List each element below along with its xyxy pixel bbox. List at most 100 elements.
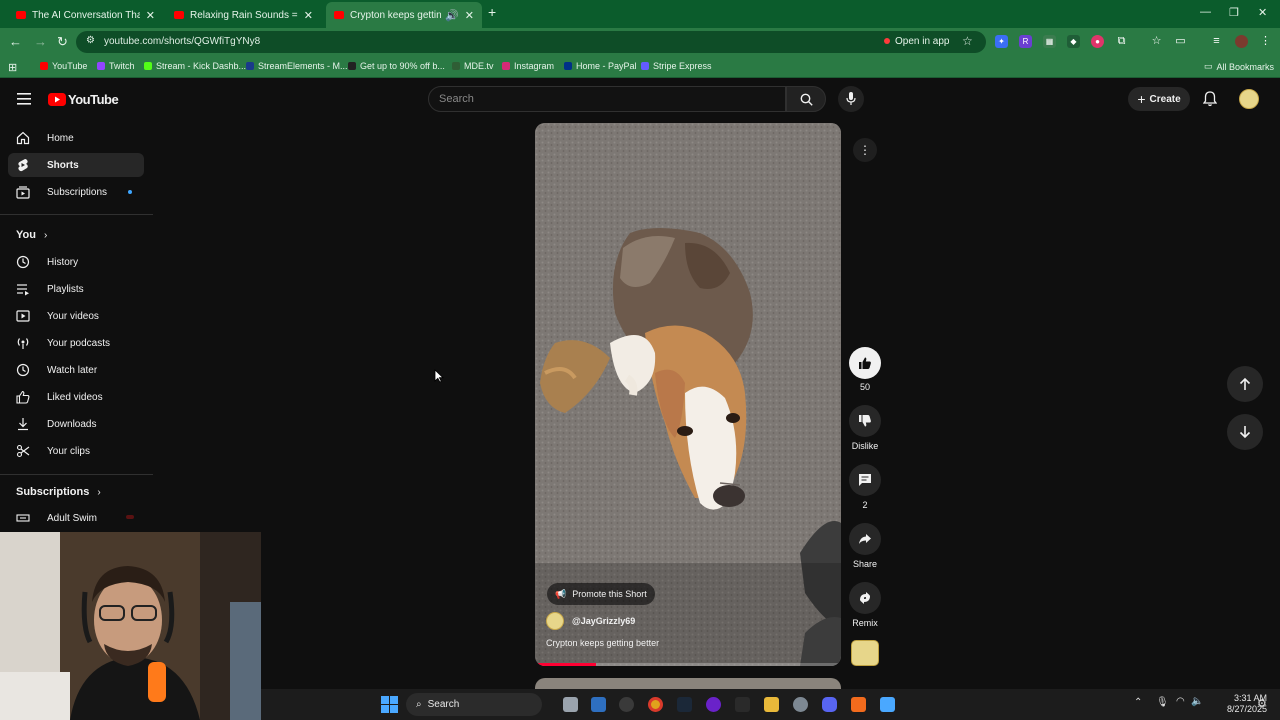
- taskbar-search[interactable]: ⌕ Search: [406, 693, 542, 716]
- microphone-icon[interactable]: 🎙: [1156, 697, 1169, 708]
- cast-icon[interactable]: ▭: [1174, 35, 1187, 48]
- extension-icon[interactable]: ◆: [1067, 35, 1080, 48]
- bookmark-item[interactable]: StreamElements - M...: [246, 61, 348, 71]
- open-in-app-button[interactable]: Open in app: [884, 36, 950, 47]
- sidebar-item-playlists[interactable]: Playlists: [8, 277, 144, 301]
- discord-icon[interactable]: [822, 697, 837, 712]
- previous-short-button[interactable]: [1227, 366, 1263, 402]
- bookmark-item[interactable]: Home - PayPal: [564, 61, 637, 71]
- close-tab-icon[interactable]: ✕: [465, 9, 474, 22]
- media-icon[interactable]: ≡: [1210, 35, 1223, 48]
- progress-track[interactable]: [535, 663, 841, 666]
- account-avatar[interactable]: [1239, 89, 1259, 109]
- browser-tab[interactable]: Relaxing Rain Sounds = Drifting ✕: [166, 2, 321, 28]
- chevron-up-icon[interactable]: ⌃: [1134, 697, 1142, 708]
- puzzle-icon[interactable]: ⧉: [1115, 35, 1128, 48]
- next-short-button[interactable]: [1227, 414, 1263, 450]
- promote-short-button[interactable]: 📢 Promote this Short: [547, 583, 655, 605]
- sound-thumbnail[interactable]: [851, 640, 879, 666]
- app-icon[interactable]: [851, 697, 866, 712]
- app-icon[interactable]: [706, 697, 721, 712]
- you-section-heading[interactable]: You ›: [16, 229, 47, 241]
- forward-icon[interactable]: →: [34, 34, 47, 49]
- wifi-icon[interactable]: ◠: [1176, 696, 1185, 707]
- short-video-player[interactable]: 📢 Promote this Short @JayGrizzly69 Crypt…: [535, 123, 841, 666]
- channel-row[interactable]: @JayGrizzly69: [546, 612, 635, 630]
- bookmark-item[interactable]: Get up to 90% off b...: [348, 61, 445, 71]
- comments-button[interactable]: [849, 464, 881, 496]
- bookmark-star-icon[interactable]: ☆: [962, 34, 973, 48]
- channel-avatar[interactable]: [546, 612, 564, 630]
- notepad-icon[interactable]: [880, 697, 895, 712]
- sidebar-item-home[interactable]: Home: [8, 126, 144, 150]
- speaker-icon[interactable]: 🔊: [445, 9, 459, 22]
- maximize-icon[interactable]: ❐: [1229, 6, 1239, 19]
- sidebar-item-your-videos[interactable]: Your videos: [8, 304, 144, 328]
- epic-games-icon[interactable]: [735, 697, 750, 712]
- bookmark-item[interactable]: Instagram: [502, 61, 554, 71]
- calculator-icon[interactable]: [591, 697, 606, 712]
- search-input[interactable]: [439, 93, 769, 105]
- close-tab-icon[interactable]: ✕: [304, 9, 313, 22]
- promote-label: Promote this Short: [572, 589, 647, 599]
- youtube-logo[interactable]: YouTube: [48, 92, 119, 107]
- channel-handle[interactable]: @JayGrizzly69: [572, 616, 635, 626]
- more-options-icon[interactable]: ⋮: [853, 138, 877, 162]
- minimize-icon[interactable]: —: [1200, 6, 1211, 18]
- search-button[interactable]: [786, 86, 826, 112]
- gift-icon[interactable]: ▦: [1043, 35, 1056, 48]
- share-button[interactable]: [849, 523, 881, 555]
- sidebar-item-history[interactable]: History: [8, 250, 144, 274]
- sidebar-item-your-clips[interactable]: Your clips: [8, 439, 144, 463]
- sidebar-item-subscriptions[interactable]: Subscriptions: [8, 180, 144, 204]
- address-bar[interactable]: ⚙ youtube.com/shorts/QGWfiTgYNy8 Open in…: [76, 31, 986, 53]
- sidebar-item-watch-later[interactable]: Watch later: [8, 358, 144, 382]
- chrome-icon[interactable]: [648, 697, 663, 712]
- bookmarks-icon[interactable]: ☆: [1150, 35, 1163, 48]
- voice-search-button[interactable]: [838, 86, 864, 112]
- adblock-icon[interactable]: ●: [1091, 35, 1104, 48]
- windows-start-icon[interactable]: [381, 696, 398, 713]
- bookmark-item[interactable]: Stream - Kick Dashb...: [144, 61, 246, 71]
- remix-label: Remix: [852, 618, 878, 628]
- notifications-icon[interactable]: ⚙: [1257, 697, 1267, 710]
- browser-tab-active[interactable]: Crypton keeps getting bett 🔊 ✕: [326, 2, 482, 28]
- sidebar-item-liked-videos[interactable]: Liked videos: [8, 385, 144, 409]
- sidebar-item-channel[interactable]: Adult Swim: [8, 506, 144, 530]
- new-tab-icon[interactable]: +: [488, 4, 496, 20]
- browser-tab[interactable]: The AI Conversation That Left N ✕: [8, 2, 163, 28]
- extension-r-icon[interactable]: R: [1019, 35, 1032, 48]
- close-window-icon[interactable]: ✕: [1258, 6, 1267, 19]
- sidebar-item-your-podcasts[interactable]: Your podcasts: [8, 331, 144, 355]
- sidebar-item-downloads[interactable]: Downloads: [8, 412, 144, 436]
- like-button[interactable]: [849, 347, 881, 379]
- subscriptions-section-heading[interactable]: Subscriptions ›: [16, 486, 101, 498]
- search-bar[interactable]: [428, 86, 786, 112]
- bookmark-item[interactable]: Twitch: [97, 61, 135, 71]
- bookmark-item[interactable]: YouTube: [40, 61, 87, 71]
- app-icon[interactable]: [619, 697, 634, 712]
- apps-icon[interactable]: ⊞: [8, 61, 17, 74]
- menu-icon[interactable]: ⋮: [1259, 35, 1272, 48]
- extension-icon[interactable]: ✦: [995, 35, 1008, 48]
- youtube-icon: [40, 62, 48, 70]
- file-explorer-icon[interactable]: [764, 697, 779, 712]
- remix-button[interactable]: [849, 582, 881, 614]
- steam-icon[interactable]: [677, 697, 692, 712]
- profile-avatar-icon[interactable]: [1235, 35, 1248, 48]
- create-button[interactable]: + Create: [1128, 87, 1190, 111]
- hamburger-menu-icon[interactable]: [17, 92, 31, 110]
- close-tab-icon[interactable]: ✕: [146, 9, 155, 22]
- bookmark-item[interactable]: MDE.tv: [452, 61, 494, 71]
- all-bookmarks-button[interactable]: ▭ All Bookmarks: [1204, 61, 1274, 72]
- volume-icon[interactable]: 🔈: [1191, 696, 1203, 707]
- bookmark-item[interactable]: Stripe Express: [641, 61, 712, 71]
- notifications-bell-icon[interactable]: [1202, 91, 1218, 112]
- sidebar-item-shorts[interactable]: Shorts: [8, 153, 144, 177]
- site-info-icon[interactable]: ⚙: [86, 35, 95, 46]
- task-view-icon[interactable]: [563, 697, 578, 712]
- settings-icon[interactable]: [793, 697, 808, 712]
- back-icon[interactable]: ←: [9, 34, 22, 49]
- dislike-button[interactable]: [849, 405, 881, 437]
- reload-icon[interactable]: ↻: [57, 34, 68, 50]
